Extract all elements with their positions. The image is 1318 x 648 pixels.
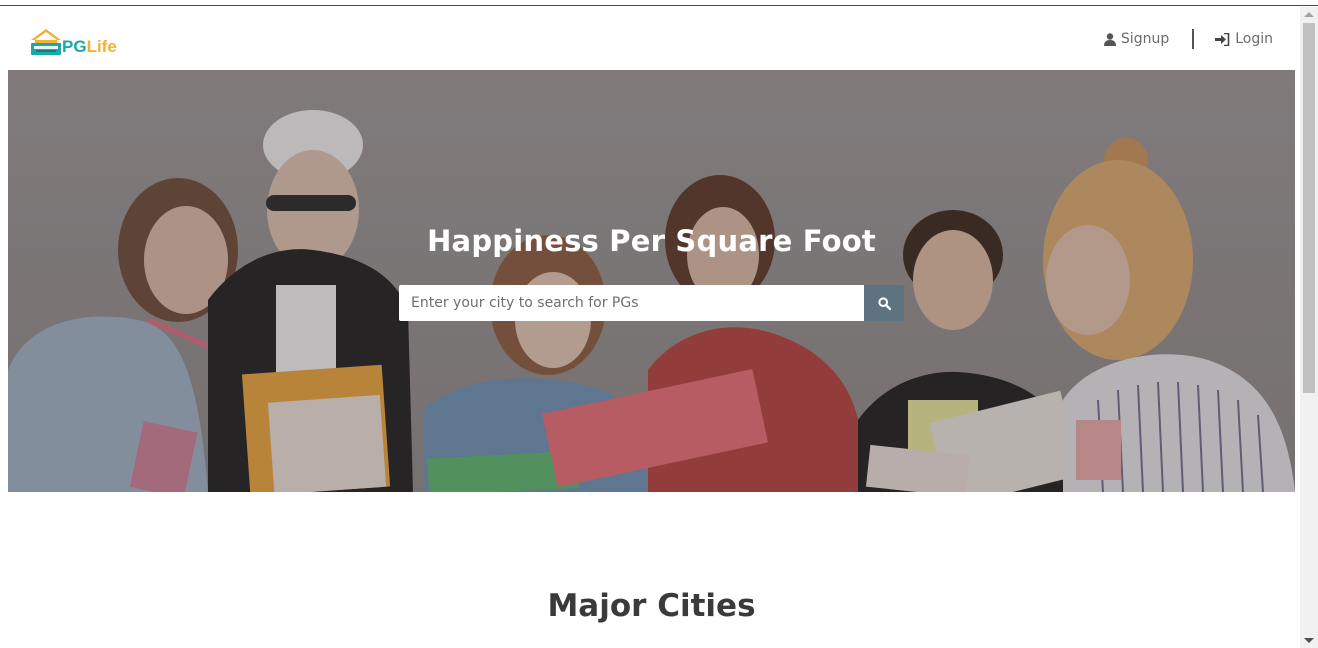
- login-link[interactable]: Login: [1215, 31, 1273, 47]
- signup-link[interactable]: Signup: [1103, 31, 1170, 47]
- login-label: Login: [1235, 31, 1273, 47]
- user-icon: [1103, 32, 1116, 46]
- hero-title: Happiness Per Square Foot: [427, 224, 876, 258]
- city-search-form: [399, 285, 904, 321]
- hero-banner: Happiness Per Square Foot: [8, 70, 1295, 492]
- logo-text-life: Life: [86, 37, 117, 56]
- major-cities-heading: Major Cities: [547, 588, 756, 624]
- sign-in-icon: [1215, 32, 1230, 46]
- logo-text-pg: PG: [62, 37, 87, 56]
- search-icon: [877, 296, 891, 310]
- nav-divider: [1192, 29, 1195, 49]
- house-logo-icon: [31, 29, 61, 55]
- scroll-up-icon[interactable]: [1304, 12, 1314, 17]
- scroll-thumb[interactable]: [1303, 23, 1315, 393]
- header-nav: Signup Login: [1103, 29, 1273, 49]
- hero-overlay: [8, 70, 1295, 492]
- search-button[interactable]: [864, 285, 904, 321]
- page-scrollbar[interactable]: [1300, 7, 1318, 648]
- logo-link[interactable]: PG Life: [29, 23, 117, 57]
- city-search-input[interactable]: [399, 285, 864, 321]
- site-header: PG Life Signup Login: [8, 7, 1295, 70]
- top-border: [0, 0, 1318, 6]
- scroll-down-icon[interactable]: [1304, 638, 1314, 643]
- page: PG Life Signup Login Happiness Per Squar…: [0, 0, 1318, 648]
- signup-label: Signup: [1120, 31, 1170, 47]
